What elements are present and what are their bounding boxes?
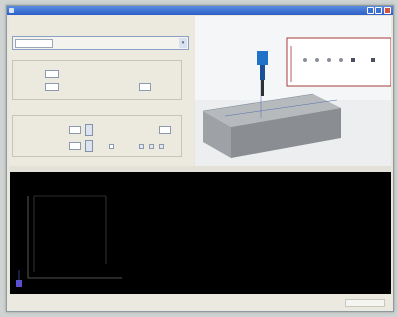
toolpath-plot — [16, 195, 122, 287]
status-field — [345, 299, 385, 307]
section-2-right-field[interactable] — [159, 126, 171, 134]
tab-2[interactable] — [57, 39, 73, 48]
pan-icon[interactable] — [315, 58, 319, 62]
spindle-tool-shank — [260, 65, 265, 80]
section-2-row-2-field[interactable] — [69, 142, 81, 150]
view-toolbar-frame — [286, 37, 391, 87]
section-2-option-icon[interactable] — [149, 144, 154, 149]
section-1-field-1[interactable] — [45, 70, 59, 78]
section-2-checkbox[interactable] — [109, 144, 114, 149]
tab-strip: ▾ — [12, 36, 189, 50]
cursor-icon[interactable] — [303, 58, 307, 62]
tab-3[interactable] — [75, 39, 91, 48]
view-icon[interactable] — [351, 58, 355, 62]
title-bar[interactable] — [7, 6, 393, 15]
status-bar — [7, 295, 393, 311]
section-1-field-2[interactable] — [45, 83, 59, 91]
section-1-group — [12, 60, 182, 100]
spindle-tool-bit — [261, 80, 264, 96]
section-2-option-icon[interactable] — [159, 144, 164, 149]
rotate-icon[interactable] — [339, 58, 343, 62]
app-icon — [9, 8, 14, 13]
section-2-row-2-button[interactable] — [85, 140, 93, 152]
app-window: ▾ — [6, 5, 394, 312]
section-1-right-field[interactable] — [139, 83, 151, 91]
section-2-group — [12, 115, 182, 157]
settings-icon[interactable] — [371, 58, 375, 62]
spindle-tool-head — [257, 51, 268, 65]
section-2-option-icon[interactable] — [139, 144, 144, 149]
toolpath-console[interactable] — [10, 172, 391, 294]
section-2-row-1-field[interactable] — [69, 126, 81, 134]
tab-dropdown-icon[interactable]: ▾ — [179, 38, 187, 48]
zoom-icon[interactable] — [327, 58, 331, 62]
close-button[interactable] — [384, 7, 391, 14]
tab-1[interactable] — [15, 39, 53, 48]
settings-panel: ▾ — [9, 16, 194, 166]
3d-scene — [195, 37, 391, 166]
maximize-button[interactable] — [375, 7, 382, 14]
3d-viewport[interactable] — [195, 16, 391, 166]
section-2-row-1-button[interactable] — [85, 124, 93, 136]
minimize-button[interactable] — [367, 7, 374, 14]
